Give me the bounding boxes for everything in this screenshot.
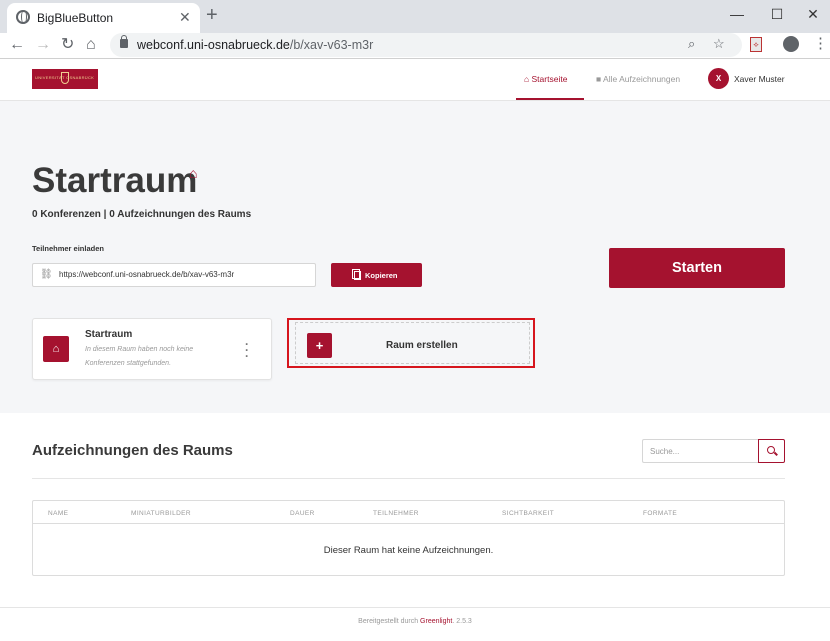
column-header: TEILNEHMER xyxy=(373,510,419,517)
room-card-title: Startraum xyxy=(85,329,133,340)
greenlight-link[interactable]: Greenlight xyxy=(420,618,452,625)
home-icon: ⌂ xyxy=(524,74,530,84)
close-window-button[interactable]: ✕ xyxy=(790,0,830,30)
home-icon: ⌂ xyxy=(189,165,198,181)
nav-alle-aufzeichnungen[interactable]: ■ Alle Aufzeichnungen xyxy=(596,74,680,84)
reload-icon[interactable]: ↻ xyxy=(61,34,74,56)
user-name[interactable]: Xaver Muster xyxy=(734,74,785,84)
column-header: DAUER xyxy=(290,510,315,517)
browser-toolbar: ← → ↻ ⌂ webconf.uni-osnabrueck.de/b/xav-… xyxy=(0,33,830,59)
create-room-card[interactable]: + Raum erstellen xyxy=(287,318,535,368)
avatar[interactable]: X xyxy=(708,68,729,89)
tab-title: BigBlueButton xyxy=(37,11,114,25)
empty-message: Dieser Raum hat keine Aufzeichnungen. xyxy=(323,545,494,556)
room-hero: Startraum ⌂ 0 Konferenzen | 0 Aufzeichnu… xyxy=(0,101,830,413)
divider xyxy=(32,478,785,479)
university-logo[interactable]: UNIVERSITÄT OSNABRÜCK xyxy=(32,69,98,89)
footer-text: Bereitgestellt durch Greenlight. 2.5.3 xyxy=(358,618,472,625)
forward-icon[interactable]: → xyxy=(35,34,51,56)
search-button[interactable] xyxy=(758,439,785,463)
tab-close-icon[interactable]: ✕ xyxy=(179,9,191,26)
crest-icon xyxy=(61,72,69,84)
browser-tab[interactable]: BigBlueButton ✕ xyxy=(7,3,200,33)
url-text: webconf.uni-osnabrueck.de/b/xav-v63-m3r xyxy=(137,38,374,52)
page-title: Startraum xyxy=(32,161,198,200)
nav-startseite[interactable]: ⌂ Startseite xyxy=(524,74,567,84)
column-header: NAME xyxy=(48,510,69,517)
bookmark-star-icon[interactable]: ☆ xyxy=(713,36,725,52)
plus-icon[interactable]: + xyxy=(307,333,332,358)
search-icon xyxy=(767,446,775,454)
more-menu-icon[interactable]: ⋮ xyxy=(813,34,828,52)
back-icon[interactable]: ← xyxy=(9,34,25,56)
copy-icon xyxy=(352,269,361,280)
recordings-table: NAME MINIATURBILDER DAUER TEILNEHMER SIC… xyxy=(32,500,785,576)
address-bar[interactable]: webconf.uni-osnabrueck.de/b/xav-v63-m3r … xyxy=(110,33,742,57)
create-room-label: Raum erstellen xyxy=(386,340,458,351)
invite-label: Teilnehmer einladen xyxy=(32,244,104,253)
home-icon[interactable]: ⌂ xyxy=(86,34,96,56)
zoom-icon[interactable]: ⌕ xyxy=(688,36,695,52)
recordings-title: Aufzeichnungen des Raums xyxy=(32,442,233,459)
site-header: UNIVERSITÄT OSNABRÜCK ⌂ Startseite ■ All… xyxy=(0,60,830,101)
globe-icon xyxy=(16,10,30,24)
active-nav-indicator xyxy=(516,98,584,100)
create-room-inner: + Raum erstellen xyxy=(295,322,530,364)
video-icon: ■ xyxy=(596,74,602,84)
invite-url-field[interactable]: ⛓ https://webconf.uni-osnabrueck.de/b/xa… xyxy=(32,263,316,287)
column-header: SICHTBARKEIT xyxy=(502,510,555,517)
footer: Bereitgestellt durch Greenlight. 2.5.3 xyxy=(0,607,830,641)
room-stats: 0 Konferenzen | 0 Aufzeichnungen des Rau… xyxy=(32,209,252,220)
column-header: FORMATE xyxy=(643,510,678,517)
link-icon: ⛓ xyxy=(40,269,53,280)
invite-url: https://webconf.uni-osnabrueck.de/b/xav-… xyxy=(59,270,235,279)
new-tab-button[interactable]: + xyxy=(206,4,218,26)
header-divider xyxy=(33,523,784,524)
kebab-menu-icon[interactable]: · · · xyxy=(245,338,249,362)
search-input[interactable] xyxy=(642,439,759,463)
copy-label: Kopieren xyxy=(365,271,398,280)
home-icon: ⌂ xyxy=(43,336,69,362)
copy-button[interactable]: Kopieren xyxy=(331,263,422,287)
browser-tab-bar: BigBlueButton ✕ + — ☐ ✕ xyxy=(0,0,830,33)
pdf-extension-icon[interactable]: ⟡ xyxy=(750,37,762,52)
room-card-description: In diesem Raum haben noch keine Konferen… xyxy=(85,346,194,367)
room-card[interactable]: ⌂ Startraum In diesem Raum haben noch ke… xyxy=(32,318,272,380)
column-header: MINIATURBILDER xyxy=(131,510,192,517)
lock-icon xyxy=(120,35,128,48)
start-button[interactable]: Starten xyxy=(609,248,785,288)
profile-icon[interactable] xyxy=(783,36,799,52)
